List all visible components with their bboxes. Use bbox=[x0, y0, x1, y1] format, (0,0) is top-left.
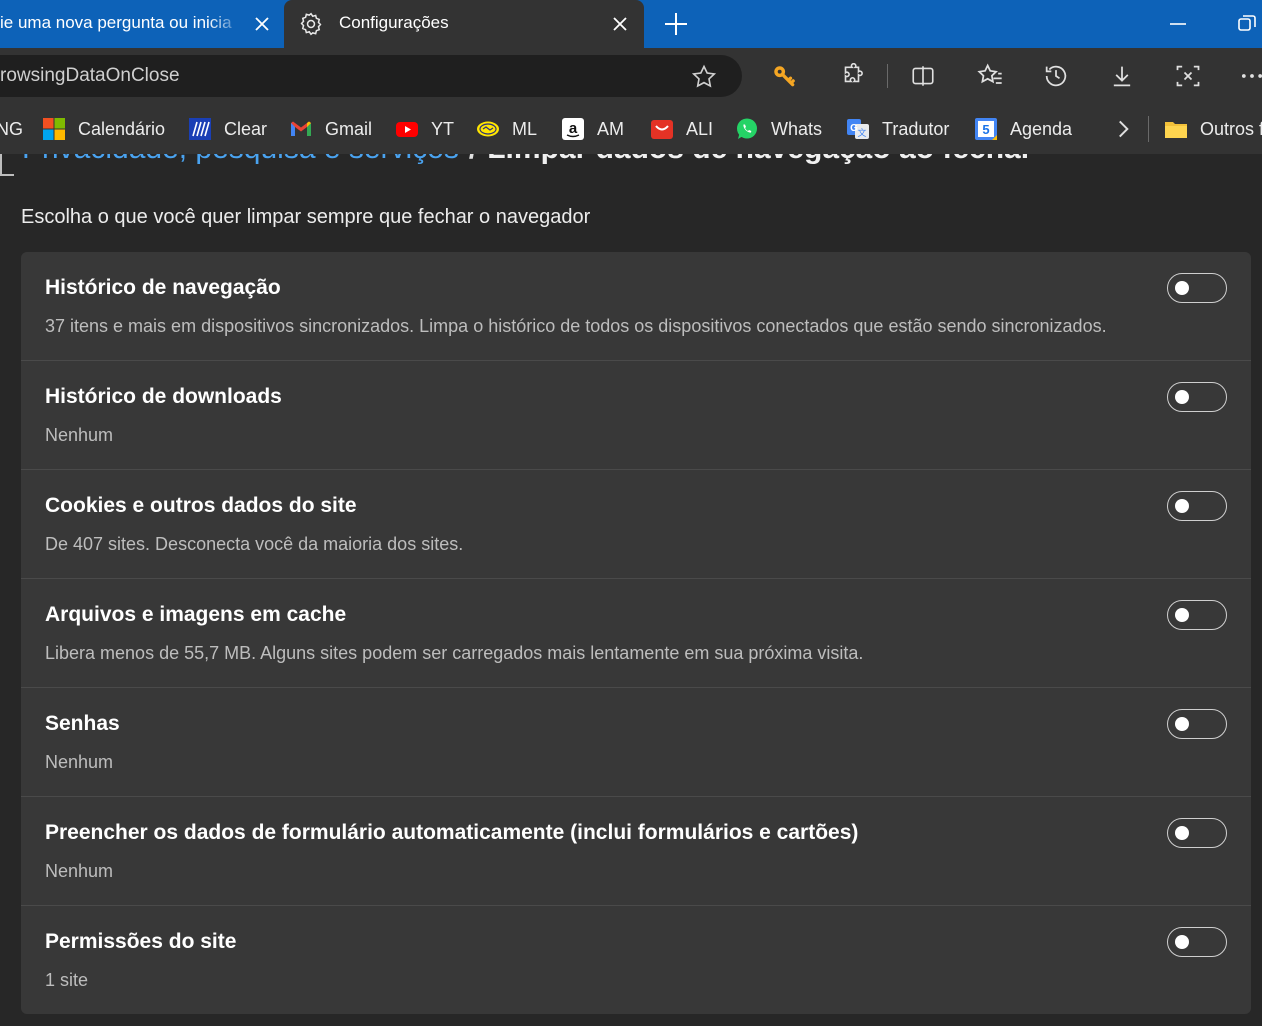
favorite-bing[interactable]: NG bbox=[0, 116, 23, 142]
setting-row-autofill: Preencher os dados de formulário automat… bbox=[21, 797, 1251, 906]
gear-icon bbox=[298, 11, 324, 37]
toggle-knob bbox=[1175, 717, 1189, 731]
toggle-switch[interactable] bbox=[1167, 927, 1227, 957]
favorites-bar: NG Calendário Clear Gmail YT ML a AM ALI… bbox=[0, 104, 1262, 154]
download-icon[interactable] bbox=[1106, 60, 1138, 92]
setting-row-cookies: Cookies e outros dados do site De 407 si… bbox=[21, 470, 1251, 579]
favorite-whatsapp[interactable]: Whats bbox=[735, 116, 822, 142]
tab-copilot[interactable]: ie uma nova pergunta ou inicia bbox=[0, 0, 284, 48]
page-title: Limpar dados de navegação ao fechar bbox=[487, 154, 1032, 165]
gmail-icon bbox=[289, 117, 313, 141]
tab-title: ie uma nova pergunta ou inicia bbox=[0, 13, 232, 32]
youtube-icon bbox=[395, 117, 419, 141]
settings-card: Histórico de navegação 37 itens e mais e… bbox=[21, 252, 1251, 1014]
tab-strip: ie uma nova pergunta ou inicia Configura… bbox=[0, 0, 1262, 48]
toggle-switch[interactable] bbox=[1167, 709, 1227, 739]
page-description: Escolha o que você quer limpar sempre qu… bbox=[21, 206, 591, 228]
toggle-switch[interactable] bbox=[1167, 491, 1227, 521]
setting-title: Cookies e outros dados do site bbox=[45, 494, 357, 517]
setting-description: Nenhum bbox=[45, 752, 114, 772]
calendar-icon: 5 bbox=[974, 117, 998, 141]
toggle-switch[interactable] bbox=[1167, 382, 1227, 412]
favorite-clear[interactable]: Clear bbox=[188, 116, 267, 142]
toggle-knob bbox=[1175, 281, 1189, 295]
folder-icon bbox=[1164, 117, 1188, 141]
svg-text:5: 5 bbox=[982, 122, 989, 137]
toggle-knob bbox=[1175, 826, 1189, 840]
setting-description: 37 itens e mais em dispositivos sincroni… bbox=[45, 316, 1107, 336]
setting-row-browsing-history: Histórico de navegação 37 itens e mais e… bbox=[21, 252, 1251, 361]
screenshot-icon[interactable] bbox=[1172, 60, 1204, 92]
setting-row-download-history: Histórico de downloads Nenhum bbox=[21, 361, 1251, 470]
key-icon[interactable] bbox=[768, 60, 800, 92]
mercadolivre-icon bbox=[476, 117, 500, 141]
toggle-knob bbox=[1175, 935, 1189, 949]
breadcrumb-parent-link[interactable]: Privacidade, pesquisa e serviços bbox=[22, 154, 459, 165]
toggle-knob bbox=[1175, 499, 1189, 513]
toggle-switch[interactable] bbox=[1167, 273, 1227, 303]
setting-row-site-permissions: Permissões do site 1 site bbox=[21, 906, 1251, 1014]
setting-description: Nenhum bbox=[45, 425, 114, 445]
svg-text:a: a bbox=[569, 120, 578, 137]
setting-title: Preencher os dados de formulário automat… bbox=[45, 821, 859, 844]
favorites-separator bbox=[1148, 116, 1149, 142]
restore-icon[interactable] bbox=[1232, 8, 1262, 40]
tab-settings[interactable]: Configurações bbox=[284, 0, 644, 48]
setting-title: Senhas bbox=[45, 712, 120, 735]
toolbar: rowsingDataOnClose bbox=[0, 48, 1262, 104]
whatsapp-icon bbox=[735, 117, 759, 141]
favorite-mercadolivre[interactable]: ML bbox=[476, 116, 537, 142]
setting-description: 1 site bbox=[45, 970, 89, 990]
close-icon[interactable] bbox=[250, 12, 274, 36]
setting-title: Arquivos e imagens em cache bbox=[45, 603, 347, 626]
favorite-calendario[interactable]: Calendário bbox=[42, 116, 165, 142]
favorite-youtube[interactable]: YT bbox=[395, 116, 454, 142]
favorite-gmail[interactable]: Gmail bbox=[289, 116, 372, 142]
breadcrumb: Privacidade, pesquisa e serviços / Limpar … bbox=[0, 154, 1032, 166]
star-icon[interactable] bbox=[690, 63, 718, 91]
clear-icon bbox=[188, 117, 212, 141]
setting-description: Libera menos de 55,7 MB. Alguns sites po… bbox=[45, 643, 864, 663]
history-icon[interactable] bbox=[1040, 60, 1072, 92]
aliexpress-icon bbox=[650, 117, 674, 141]
setting-row-cache: Arquivos e imagens em cache Libera menos… bbox=[21, 579, 1251, 688]
toolbar-separator bbox=[887, 64, 888, 88]
toggle-switch[interactable] bbox=[1167, 818, 1227, 848]
favorite-amazon[interactable]: a AM bbox=[561, 116, 624, 142]
chevron-right-icon[interactable] bbox=[1110, 116, 1136, 142]
minimize-icon[interactable] bbox=[1162, 8, 1194, 40]
breadcrumb-separator: / bbox=[469, 154, 477, 165]
setting-row-passwords: Senhas Nenhum bbox=[21, 688, 1251, 797]
translate-icon: G文 bbox=[846, 117, 870, 141]
svg-text:文: 文 bbox=[857, 127, 866, 138]
tab-title: Configurações bbox=[339, 13, 449, 32]
setting-title: Histórico de downloads bbox=[45, 385, 282, 408]
setting-title: Histórico de navegação bbox=[45, 276, 281, 299]
setting-description: Nenhum bbox=[45, 861, 114, 881]
favorite-aliexpress[interactable]: ALI bbox=[650, 116, 713, 142]
setting-title: Permissões do site bbox=[45, 930, 237, 953]
toggle-knob bbox=[1175, 608, 1189, 622]
favorites-icon[interactable] bbox=[974, 60, 1006, 92]
favorite-other-folder[interactable]: Outros f bbox=[1164, 116, 1262, 142]
toggle-knob bbox=[1175, 390, 1189, 404]
extensions-icon[interactable] bbox=[836, 60, 868, 92]
close-icon[interactable] bbox=[608, 12, 632, 36]
microsoft-logo-icon bbox=[42, 117, 66, 141]
split-screen-icon[interactable] bbox=[907, 60, 939, 92]
favorite-tradutor[interactable]: G文 Tradutor bbox=[846, 116, 949, 142]
new-tab-button[interactable] bbox=[660, 8, 692, 40]
settings-page: Privacidade, pesquisa e serviços / Limpar … bbox=[0, 154, 1262, 1026]
address-bar[interactable]: rowsingDataOnClose bbox=[0, 55, 742, 97]
toggle-switch[interactable] bbox=[1167, 600, 1227, 630]
favorite-agenda[interactable]: 5 Agenda bbox=[974, 116, 1072, 142]
amazon-icon: a bbox=[561, 117, 585, 141]
address-url[interactable]: rowsingDataOnClose bbox=[0, 65, 180, 87]
more-icon[interactable] bbox=[1236, 60, 1262, 92]
setting-description: De 407 sites. Desconecta você da maioria… bbox=[45, 534, 464, 554]
